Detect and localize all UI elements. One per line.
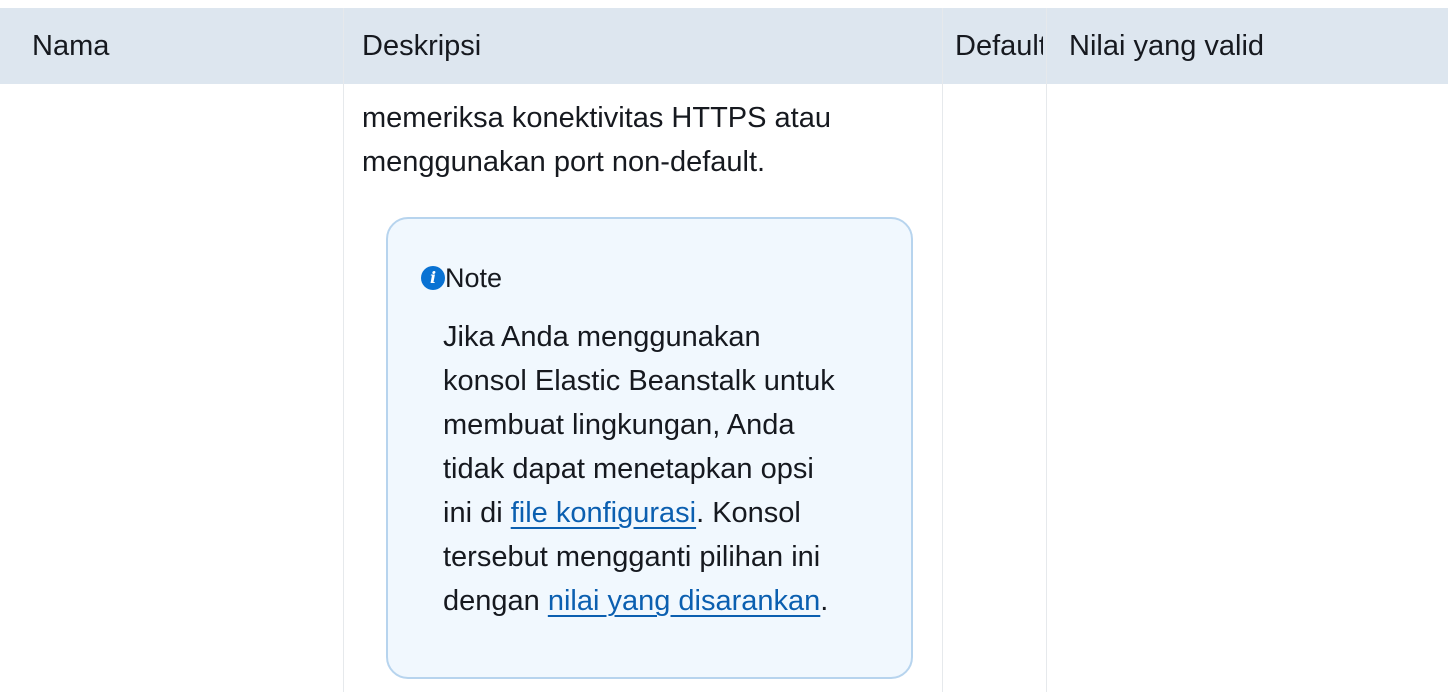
nilai-yang-disarankan-link[interactable]: nilai yang disarankan [548, 585, 820, 617]
note-line: membuat lingkungan, Anda [443, 409, 795, 441]
note-line: dengan nilai yang disarankan. [443, 579, 893, 623]
info-icon: i [421, 266, 445, 290]
note-text: . [820, 585, 829, 617]
column-divider [343, 8, 344, 692]
note-body: Jika Anda menggunakan konsol Elastic Bea… [443, 315, 893, 623]
note-line: tidak dapat menetapkan opsi [443, 453, 814, 485]
note-line: konsol Elastic Beanstalk untuk [443, 365, 835, 397]
note-text: . Konsol [696, 497, 801, 529]
note-title: Note [445, 263, 503, 293]
file-konfigurasi-link[interactable]: file konfigurasi [511, 497, 696, 529]
note-line: tersebut mengganti pilihan ini [443, 541, 821, 573]
column-divider [942, 8, 943, 692]
description-cell: memeriksa konektivitas HTTPS atau menggu… [362, 96, 922, 184]
column-header-default: Default [955, 30, 1043, 62]
column-divider [1046, 8, 1047, 692]
note-line: Jika Anda menggunakan [443, 321, 761, 353]
note-callout: i Note Jika Anda menggunakan konsol Elas… [386, 217, 913, 679]
column-header-description: Deskripsi [362, 30, 482, 62]
note-text: dengan [443, 585, 548, 617]
note-text: ini di [443, 497, 511, 529]
column-header-name: Nama [32, 30, 110, 62]
description-line: memeriksa konektivitas HTTPS atau [362, 102, 831, 134]
description-line: menggunakan port non-default. [362, 146, 766, 178]
column-header-valid-values: Nilai yang valid [1069, 30, 1265, 62]
note-line: ini di file konfigurasi. Konsol [443, 491, 893, 535]
options-table: Nama Deskripsi Default Nilai yang valid … [0, 0, 1448, 692]
